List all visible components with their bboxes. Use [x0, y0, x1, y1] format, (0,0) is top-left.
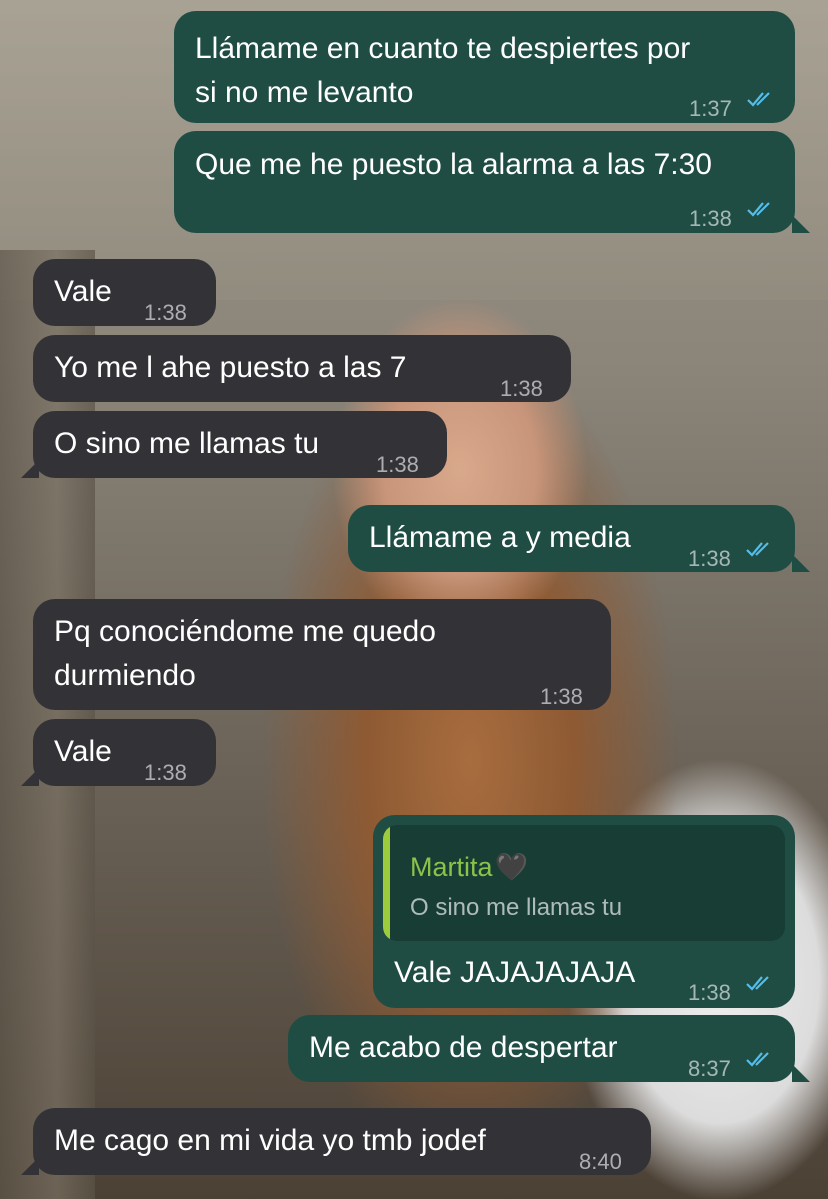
read-receipt-icon — [746, 1052, 769, 1067]
message-text: durmiendo — [54, 659, 196, 692]
message-text: Yo me l ahe puesto a las 7 — [54, 351, 407, 384]
quote-accent-bar — [383, 825, 390, 941]
message-bubble-incoming[interactable]: Yo me l ahe puesto a las 7 1:38 — [33, 335, 571, 402]
message-bubble-outgoing[interactable]: Llámame en cuanto te despiertes por si n… — [174, 11, 795, 123]
message-text: O sino me llamas tu — [54, 427, 320, 460]
message-text: Llámame a y media — [369, 521, 631, 554]
message-text: Me cago en mi vida yo tmb jodef — [54, 1124, 486, 1157]
message-time: 1:38 — [688, 546, 731, 571]
message-time: 8:40 — [579, 1149, 622, 1174]
read-receipt-icon — [746, 976, 769, 991]
message-text: Vale — [54, 735, 112, 768]
message-text: Vale — [54, 275, 112, 308]
message-bubble-incoming[interactable]: Vale 1:38 — [33, 259, 216, 326]
message-text: Llámame en cuanto te despiertes por — [195, 32, 691, 65]
message-bubble-incoming[interactable]: Pq conociéndome me quedo durmiendo 1:38 — [33, 599, 611, 710]
message-bubble-outgoing[interactable]: Me acabo de despertar 8:37 — [288, 1015, 795, 1082]
message-text: Pq conociéndome me quedo — [54, 615, 436, 648]
quote-text: O sino me llamas tu — [410, 894, 623, 921]
message-text: Vale JAJAJAJAJA — [394, 956, 636, 989]
message-time: 1:38 — [689, 206, 732, 231]
message-time: 1:38 — [144, 760, 187, 785]
quoted-reply[interactable]: Martita🖤 O sino me llamas tu — [383, 825, 785, 941]
message-text: Que me he puesto la alarma a las 7:30 — [195, 148, 712, 181]
read-receipt-icon — [747, 92, 770, 107]
read-receipt-icon — [746, 542, 769, 557]
message-time: 8:37 — [688, 1056, 731, 1081]
message-bubble-outgoing[interactable]: Que me he puesto la alarma a las 7:30 1:… — [174, 131, 795, 233]
message-text: si no me levanto — [195, 76, 414, 109]
black-heart-icon: 🖤 — [494, 852, 529, 882]
message-time: 1:38 — [144, 300, 187, 325]
message-time: 1:37 — [689, 96, 732, 121]
quote-author: Martita🖤 — [410, 852, 529, 882]
message-bubble-incoming[interactable]: O sino me llamas tu 1:38 — [33, 411, 447, 478]
message-text: Me acabo de despertar — [309, 1031, 618, 1064]
message-bubble-outgoing[interactable]: Martita🖤 O sino me llamas tu Vale JAJAJA… — [373, 815, 795, 1008]
message-time: 1:38 — [688, 980, 731, 1005]
message-time: 1:38 — [540, 684, 583, 709]
message-time: 1:38 — [376, 452, 419, 477]
message-time: 1:38 — [500, 376, 543, 401]
message-bubble-incoming[interactable]: Me cago en mi vida yo tmb jodef 8:40 — [33, 1108, 651, 1175]
read-receipt-icon — [747, 202, 770, 217]
message-bubble-incoming[interactable]: Vale 1:38 — [33, 719, 216, 786]
message-bubble-outgoing[interactable]: Llámame a y media 1:38 — [348, 505, 795, 572]
